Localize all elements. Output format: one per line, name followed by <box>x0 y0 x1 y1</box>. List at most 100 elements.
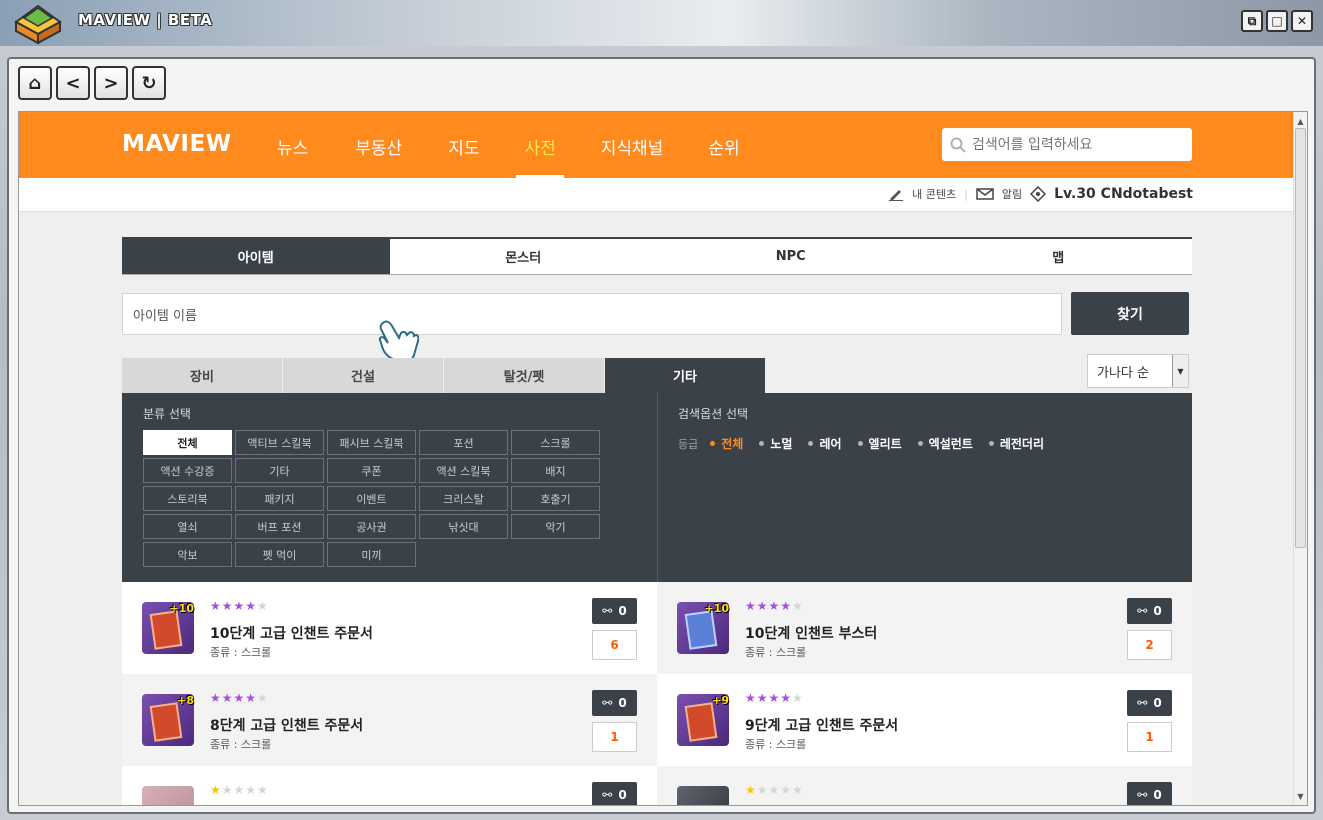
forward-icon[interactable]: > <box>94 66 128 100</box>
category-item[interactable]: 이벤트 <box>327 486 416 511</box>
link-count-button[interactable]: ⚯ 0 <box>1127 690 1172 716</box>
home-icon[interactable]: ⌂ <box>18 66 52 100</box>
item-name[interactable]: 10단계 고급 인챈트 주문서 <box>210 623 373 643</box>
category-item[interactable]: 포션 <box>419 430 508 455</box>
grade-normal[interactable]: 노멀 <box>759 435 792 452</box>
comment-count[interactable]: 1 <box>1127 722 1172 752</box>
category-item[interactable]: 패키지 <box>235 486 324 511</box>
vertical-scrollbar[interactable]: ▲ ▼ <box>1293 112 1307 805</box>
item-type: 종류 : 스크롤 <box>745 646 807 659</box>
subtab-mount-pet[interactable]: 탈것/펫 <box>444 358 604 393</box>
grade-all[interactable]: 전체 <box>710 435 743 452</box>
nav-dictionary[interactable]: 사전 <box>516 112 565 178</box>
scroll-up-icon[interactable]: ▲ <box>1294 114 1307 128</box>
find-button[interactable]: 찾기 <box>1071 292 1189 335</box>
tab-items[interactable]: 아이템 <box>122 239 390 274</box>
comment-count[interactable]: 2 <box>1127 630 1172 660</box>
web-view: MAVIEW 뉴스 부동산 지도 사전 지식채널 순위 검색어를 입력하세요 내… <box>18 111 1308 806</box>
tab-monsters[interactable]: 몬스터 <box>390 239 658 274</box>
category-item[interactable]: 패시브 스킬북 <box>327 430 416 455</box>
category-item[interactable]: 호출기 <box>511 486 600 511</box>
category-item[interactable]: 액션 수강증 <box>143 458 232 483</box>
category-item[interactable]: 액션 스킬북 <box>419 458 508 483</box>
subtab-equipment[interactable]: 장비 <box>122 358 282 393</box>
comment-count[interactable]: 6 <box>592 630 637 660</box>
item-card[interactable]: ★★★★★ ⚯ 0 <box>657 766 1192 805</box>
link-count-button[interactable]: ⚯ 0 <box>592 782 637 805</box>
link-icon: ⚯ <box>602 788 613 802</box>
category-item[interactable]: 공사권 <box>327 514 416 539</box>
grade-legendary[interactable]: 레전더리 <box>988 435 1044 452</box>
notifications-link[interactable]: 알림 <box>1002 186 1022 202</box>
rating-stars: ★★★★★ <box>745 599 804 613</box>
scrollbar-thumb[interactable] <box>1295 128 1306 548</box>
enchant-badge: +9 <box>712 694 729 707</box>
app-title: MAVIEW | BETA <box>78 11 213 29</box>
enchant-badge: +10 <box>169 602 194 615</box>
category-item[interactable]: 열쇠 <box>143 514 232 539</box>
item-name[interactable]: 9단계 고급 인챈트 주문서 <box>745 715 898 735</box>
my-content-link[interactable]: 내 콘텐츠 <box>912 186 956 202</box>
nav-realestate[interactable]: 부동산 <box>355 112 402 178</box>
category-all[interactable]: 전체 <box>143 430 232 455</box>
grade-rare[interactable]: 레어 <box>808 435 842 452</box>
item-card[interactable]: ★★★★★ ⚯ 0 <box>122 766 657 805</box>
category-item[interactable]: 스토리북 <box>143 486 232 511</box>
category-item[interactable]: 버프 포션 <box>235 514 324 539</box>
link-icon: ⚯ <box>1137 696 1148 710</box>
category-item[interactable]: 배지 <box>511 458 600 483</box>
comment-count[interactable]: 1 <box>592 722 637 752</box>
item-name-input[interactable]: 아이템 이름 <box>122 293 1062 335</box>
item-name[interactable]: 8단계 고급 인챈트 주문서 <box>210 715 363 735</box>
grade-filter: 등급 전체 노멀 레어 엘리트 엑설런트 레전더리 <box>678 435 1044 452</box>
chevron-down-icon[interactable]: ▼ <box>1172 355 1188 387</box>
nav-map[interactable]: 지도 <box>448 112 479 178</box>
site-logo[interactable]: MAVIEW <box>122 131 232 157</box>
nav-news[interactable]: 뉴스 <box>277 112 308 178</box>
nav-ranking[interactable]: 순위 <box>708 112 739 178</box>
link-count-button[interactable]: ⚯ 0 <box>1127 782 1172 805</box>
option-title: 검색옵션 선택 <box>678 407 749 421</box>
item-card[interactable]: +9 ★★★★★ 9단계 고급 인챈트 주문서 종류 : 스크롤 ⚯ 0 1 <box>657 674 1192 766</box>
item-type: 종류 : 스크롤 <box>210 738 272 751</box>
tab-maps[interactable]: 맵 <box>925 239 1193 274</box>
subtab-etc[interactable]: 기타 <box>605 358 765 393</box>
booster-icon <box>684 610 718 650</box>
user-level-name[interactable]: Lv.30 CNdotabest <box>1054 186 1193 202</box>
close-window-button[interactable]: ✕ <box>1291 10 1313 32</box>
category-item[interactable]: 악기 <box>511 514 600 539</box>
category-item[interactable]: 기타 <box>235 458 324 483</box>
item-card[interactable]: +10 ★★★★★ 10단계 인챈트 부스터 종류 : 스크롤 ⚯ 0 2 <box>657 582 1192 674</box>
rating-stars: ★★★★★ <box>745 691 804 705</box>
grade-elite[interactable]: 엘리트 <box>857 435 902 452</box>
category-item[interactable]: 펫 먹이 <box>235 542 324 567</box>
item-card[interactable]: +8 ★★★★★ 8단계 고급 인챈트 주문서 종류 : 스크롤 ⚯ 0 1 <box>122 674 657 766</box>
search-input[interactable] <box>972 136 1172 153</box>
category-item[interactable]: 낚싯대 <box>419 514 508 539</box>
category-item[interactable]: 스크롤 <box>511 430 600 455</box>
item-name[interactable]: 10단계 인챈트 부스터 <box>745 623 877 643</box>
maximize-window-button[interactable]: □ <box>1266 10 1288 32</box>
subtab-construction[interactable]: 건설 <box>283 358 443 393</box>
category-item[interactable]: 쿠폰 <box>327 458 416 483</box>
refresh-icon[interactable]: ↻ <box>132 66 166 100</box>
link-count-button[interactable]: ⚯ 0 <box>592 598 637 624</box>
sort-select[interactable]: 가나다 순 ▼ <box>1087 354 1189 388</box>
tab-npc[interactable]: NPC <box>657 239 925 274</box>
scroll-down-icon[interactable]: ▼ <box>1294 789 1307 803</box>
category-item[interactable]: 악보 <box>143 542 232 567</box>
category-item[interactable]: 미끼 <box>327 542 416 567</box>
category-item[interactable]: 액티브 스킬북 <box>235 430 324 455</box>
window-controls: ⧉ □ ✕ <box>1241 10 1313 32</box>
back-icon[interactable]: < <box>56 66 90 100</box>
site-search[interactable] <box>942 128 1192 161</box>
link-count-button[interactable]: ⚯ 0 <box>1127 598 1172 624</box>
site-header: MAVIEW 뉴스 부동산 지도 사전 지식채널 순위 <box>19 112 1295 178</box>
grade-excellent[interactable]: 엑설런트 <box>917 435 973 452</box>
nav-knowledge[interactable]: 지식채널 <box>601 112 664 178</box>
item-card[interactable]: +10 ★★★★★ 10단계 고급 인챈트 주문서 종류 : 스크롤 ⚯ 0 6 <box>122 582 657 674</box>
restore-window-button[interactable]: ⧉ <box>1241 10 1263 32</box>
category-item[interactable]: 크리스탈 <box>419 486 508 511</box>
link-count-button[interactable]: ⚯ 0 <box>592 690 637 716</box>
scroll-icon <box>149 610 183 650</box>
